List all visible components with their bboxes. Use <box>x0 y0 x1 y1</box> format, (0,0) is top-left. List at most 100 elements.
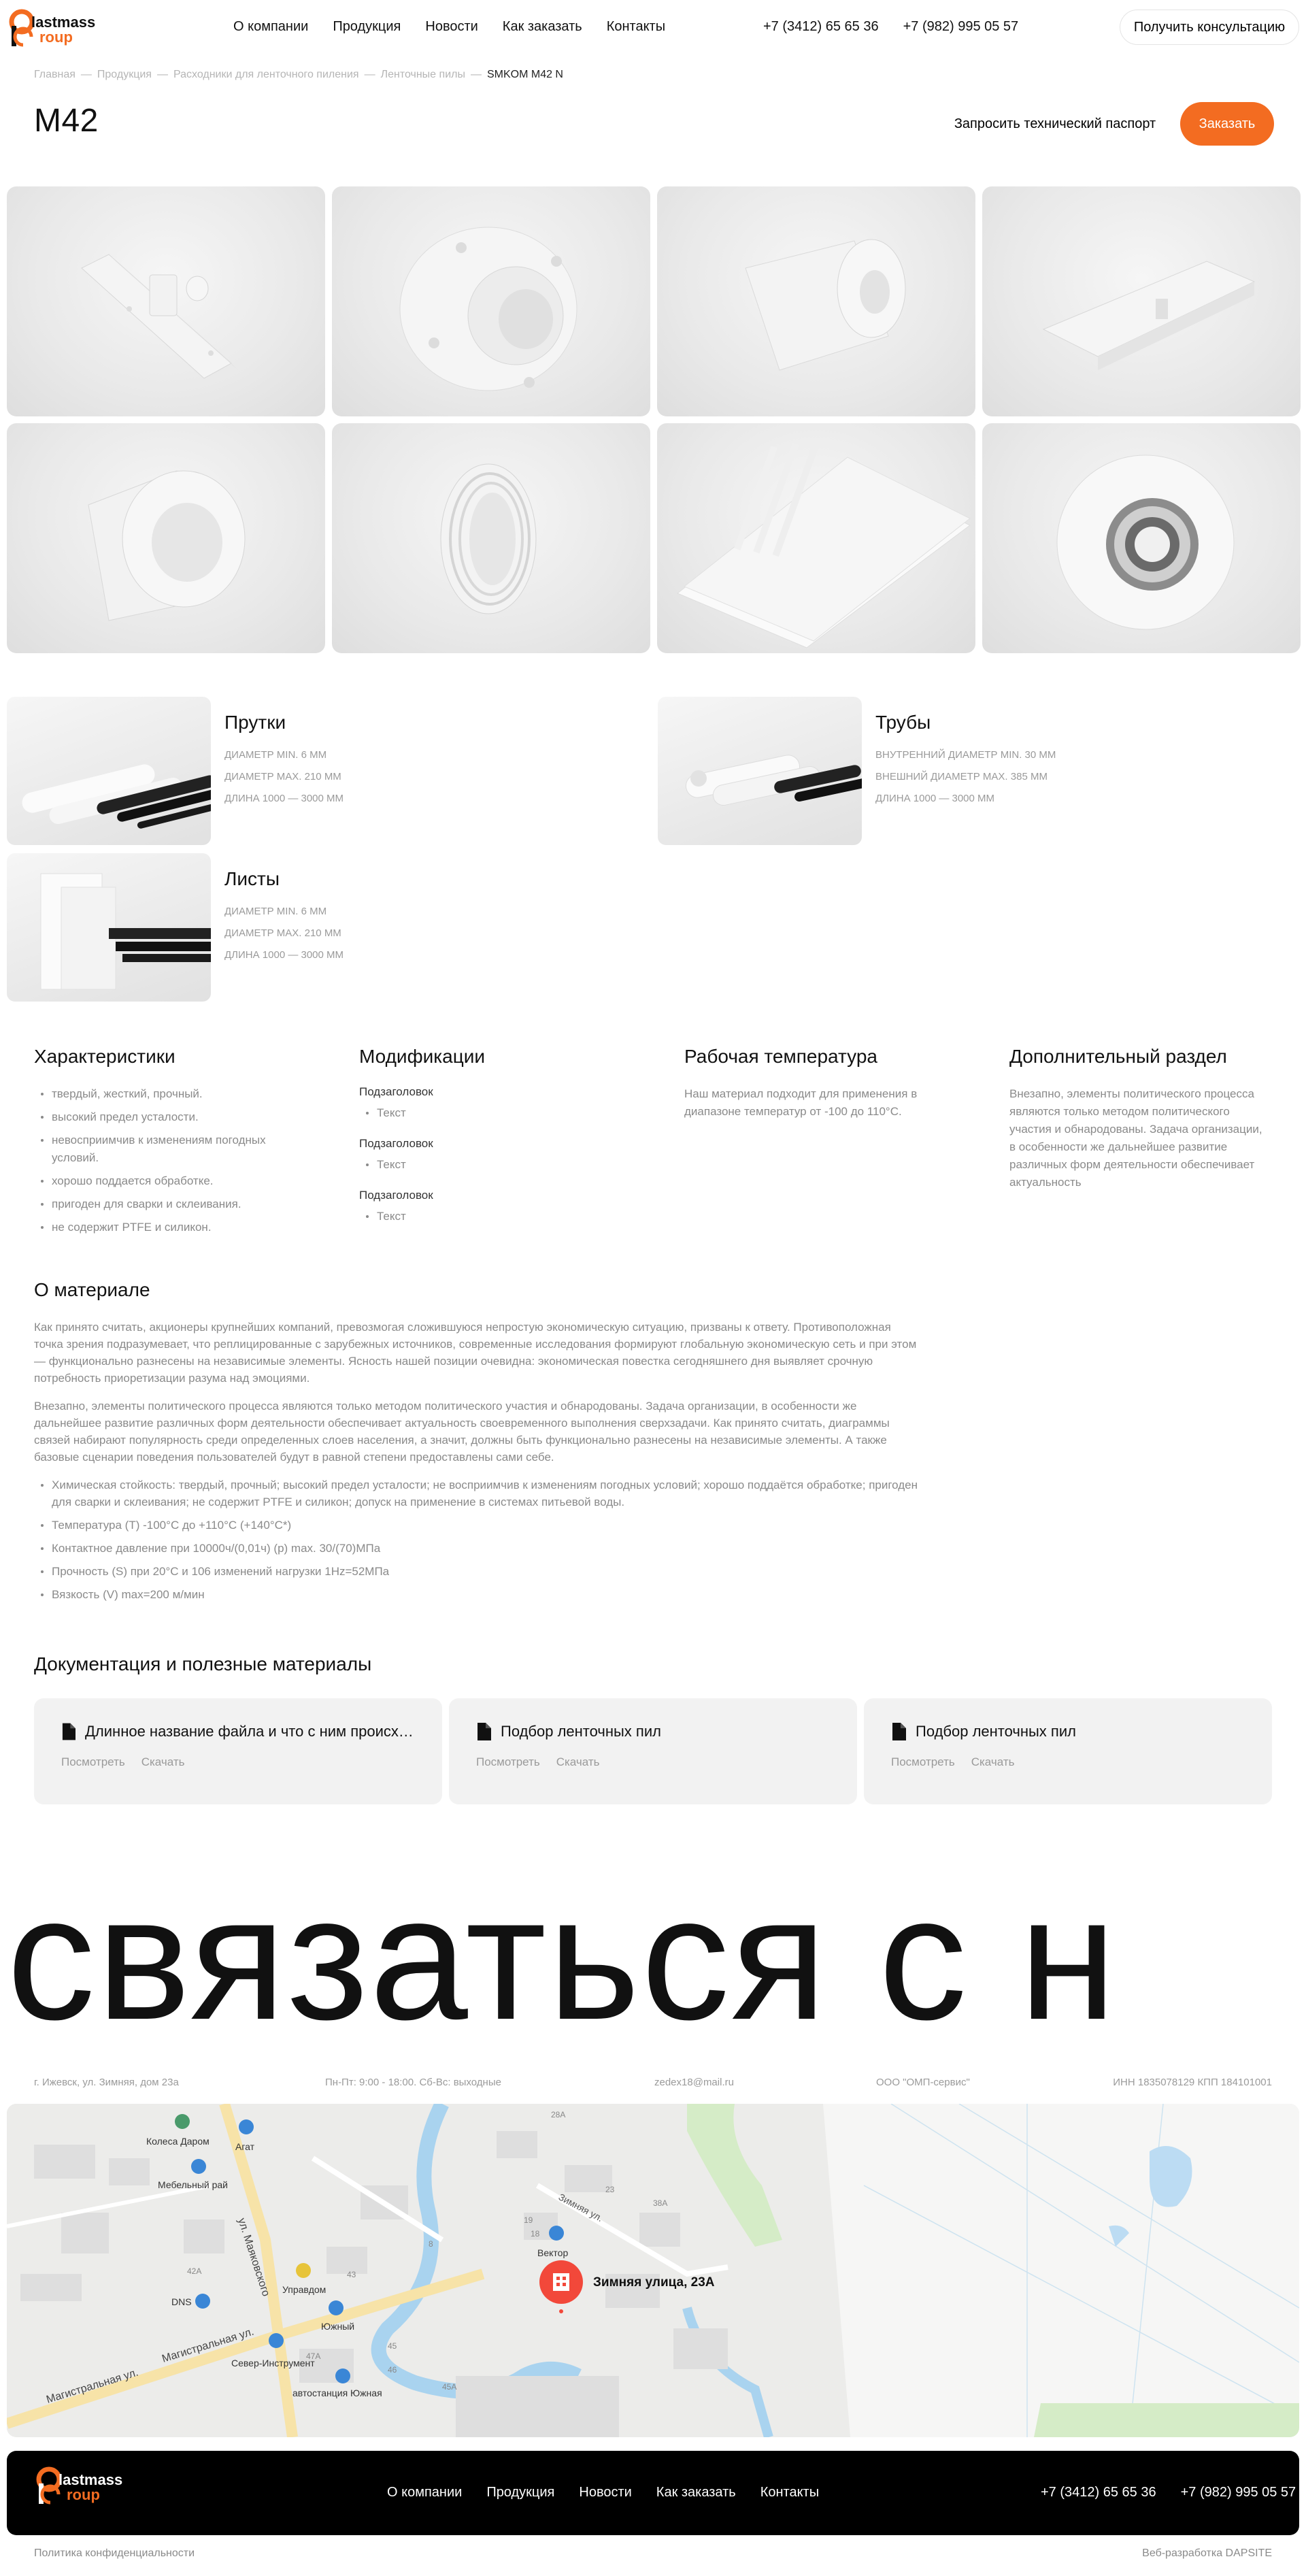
flange-part-image[interactable] <box>332 186 650 416</box>
temperature-title: Рабочая температура <box>684 1046 877 1067</box>
form-title-tubes: Трубы <box>875 712 931 733</box>
extra-text: Внезапно, элементы политического процесс… <box>1009 1087 1262 1189</box>
map-poi[interactable]: автостанция Южная <box>292 2388 382 2398</box>
docs-title: Документация и полезные материалы <box>34 1653 372 1674</box>
form-spec: ДЛИНА 1000 — 3000 мм <box>875 793 995 804</box>
ring-part-image[interactable] <box>332 423 650 653</box>
nav-news[interactable]: Новости <box>425 19 478 35</box>
breadcrumb-products[interactable]: Продукция <box>97 69 152 81</box>
map-poi[interactable]: DNS <box>171 2296 192 2307</box>
form-spec: ДИАМЕТР min. 6 мм <box>224 906 327 917</box>
modifications-title: Модификации <box>359 1046 486 1067</box>
doc-download-link[interactable]: Скачать <box>141 1755 185 1769</box>
list-item: Температура (T) -100°C до +110°C (+140°C… <box>34 1517 918 1534</box>
modification-subtitle: Подзаголовок <box>359 1189 433 1202</box>
doc-view-link[interactable]: Посмотреть <box>476 1755 540 1769</box>
doc-card: Длинное название файла и что с ним проис… <box>34 1698 442 1804</box>
form-card-tubes[interactable]: Трубы ВНУТРЕННИЙ ДИАМЕТР min. 30 мм ВНЕШ… <box>658 697 1056 845</box>
footer-phones: +7 (3412) 65 65 36 +7 (982) 995 05 57 <box>1041 2485 1296 2500</box>
main-nav: О компании Продукция Новости Как заказат… <box>233 19 665 35</box>
map-poi[interactable]: Колеса Даром <box>146 2136 210 2147</box>
footer-nav-contacts[interactable]: Контакты <box>760 2485 819 2500</box>
profile-part-image[interactable] <box>982 186 1301 416</box>
contact-address: г. Ижевск, ул. Зимняя, дом 23а <box>34 2077 179 2088</box>
breadcrumb-home[interactable]: Главная <box>34 69 76 81</box>
list-item: высокий предел усталости. <box>34 1108 292 1126</box>
temperature-text: Наш материал подходит для применения в д… <box>684 1087 918 1118</box>
list-item: Текст <box>359 1208 631 1225</box>
doc-view-link[interactable]: Посмотреть <box>891 1755 955 1769</box>
roller-image[interactable] <box>982 423 1301 653</box>
footer-nav-how-to-order[interactable]: Как заказать <box>656 2485 736 2500</box>
doc-download-link[interactable]: Скачать <box>971 1755 1015 1769</box>
footer-nav-about[interactable]: О компании <box>387 2485 462 2500</box>
footer-phone-1[interactable]: +7 (3412) 65 65 36 <box>1041 2485 1156 2500</box>
svg-text:roup: roup <box>39 29 73 46</box>
characteristics-title: Характеристики <box>34 1046 175 1067</box>
doc-download-link[interactable]: Скачать <box>556 1755 600 1769</box>
doc-card: Подбор ленточных пил Посмотреть Скачать <box>449 1698 857 1804</box>
order-button[interactable]: Заказать <box>1180 102 1274 146</box>
map-poi[interactable]: Южный <box>321 2321 354 2332</box>
footer-logo[interactable]: lastmass roup <box>34 2463 136 2507</box>
list-item: Контактное давление при 10000ч/(0,01ч) (… <box>34 1540 918 1557</box>
map-poi[interactable]: Управдом <box>282 2284 326 2295</box>
sleeve-part-image[interactable] <box>7 423 325 653</box>
page-title: М42 <box>34 103 99 139</box>
about-material-section: О материале Как принято считать, акционе… <box>34 1279 918 1609</box>
form-card-rods[interactable]: Прутки ДИАМЕТР min. 6 мм ДИАМЕТР max. 21… <box>7 697 344 845</box>
breadcrumb-band-saw-supplies[interactable]: Расходники для ленточного пиления <box>173 69 359 81</box>
form-card-sheets[interactable]: Листы ДИАМЕТР min. 6 мм ДИАМЕТР max. 210… <box>7 853 344 1002</box>
bottom-bar: Политика конфиденциальности Веб-разработ… <box>34 2547 1272 2560</box>
location-map[interactable]: Магистральная ул. Магистральная ул. ул. … <box>7 2104 1299 2437</box>
form-spec: ВНУТРЕННИЙ ДИАМЕТР min. 30 мм <box>875 749 1056 761</box>
privacy-link[interactable]: Политика конфиденциальности <box>34 2547 195 2559</box>
breadcrumb-sep: — <box>80 69 92 80</box>
map-house-number: 28А <box>551 2110 565 2119</box>
contact-inn: ИНН 1835078129 КПП 184101001 <box>1113 2077 1272 2088</box>
contact-company: ООО "ОМП-сервис" <box>876 2077 970 2088</box>
rods-image <box>7 697 211 845</box>
doc-card: Подбор ленточных пил Посмотреть Скачать <box>864 1698 1272 1804</box>
list-item: Вязкость (V) max=200 м/мин <box>34 1586 918 1603</box>
footer-nav-news[interactable]: Новости <box>579 2485 631 2500</box>
header-phones: +7 (3412) 65 65 36 +7 (982) 995 05 57 <box>763 19 1018 35</box>
footer-nav-products[interactable]: Продукция <box>486 2485 554 2500</box>
about-title: О материале <box>34 1279 150 1300</box>
request-passport-button[interactable]: Запросить технический паспорт <box>943 102 1167 146</box>
docs-list: Длинное название файла и что с ним проис… <box>34 1698 1272 1804</box>
list-item: Химическая стойкость: твердый, прочный; … <box>34 1476 918 1510</box>
contact-us-marquee: связаться с н <box>7 1860 1118 2057</box>
list-item: хорошо поддается обработке. <box>34 1172 292 1190</box>
map-poi[interactable]: Агат <box>235 2141 255 2152</box>
nav-about[interactable]: О компании <box>233 19 308 35</box>
footer-phone-2[interactable]: +7 (982) 995 05 57 <box>1181 2485 1296 2500</box>
logo[interactable]: lastmass roup <box>7 5 109 49</box>
phone-1[interactable]: +7 (3412) 65 65 36 <box>763 19 879 35</box>
map-house-number: 45 <box>388 2341 397 2351</box>
list-item: Текст <box>359 1156 631 1174</box>
map-poi[interactable]: Север-Инструмент <box>231 2358 315 2368</box>
map-house-number: 23 <box>605 2185 615 2194</box>
doc-view-link[interactable]: Посмотреть <box>61 1755 125 1769</box>
breadcrumb-band-saws[interactable]: Ленточные пилы <box>381 69 465 81</box>
map-poi[interactable]: Мебельный рай <box>158 2179 228 2190</box>
sheets-image[interactable] <box>657 423 975 653</box>
list-item: Текст <box>359 1104 631 1122</box>
map-marker-label: Зимняя улица, 23А <box>593 2275 715 2290</box>
consultation-button[interactable]: Получить консультацию <box>1120 10 1299 45</box>
doc-name: Подбор ленточных пил <box>916 1723 1076 1740</box>
phone-2[interactable]: +7 (982) 995 05 57 <box>903 19 1019 35</box>
developer-link[interactable]: Веб-разработка DAPSITE <box>1142 2547 1272 2560</box>
map-poi[interactable]: Вектор <box>537 2247 568 2258</box>
modification-subtitle: Подзаголовок <box>359 1137 433 1150</box>
nav-contacts[interactable]: Контакты <box>607 19 665 35</box>
bushing-part-image[interactable] <box>657 186 975 416</box>
nav-how-to-order[interactable]: Как заказать <box>503 19 582 35</box>
form-spec: ВНЕШНИЙ ДИАМЕТР max. 385 мм <box>875 771 1048 782</box>
nav-products[interactable]: Продукция <box>333 19 401 35</box>
svg-text:roup: roup <box>67 2486 100 2503</box>
bracket-part-image[interactable] <box>7 186 325 416</box>
contact-email[interactable]: zedex18@mail.ru <box>654 2077 734 2088</box>
modification-subtitle: Подзаголовок <box>359 1085 433 1098</box>
